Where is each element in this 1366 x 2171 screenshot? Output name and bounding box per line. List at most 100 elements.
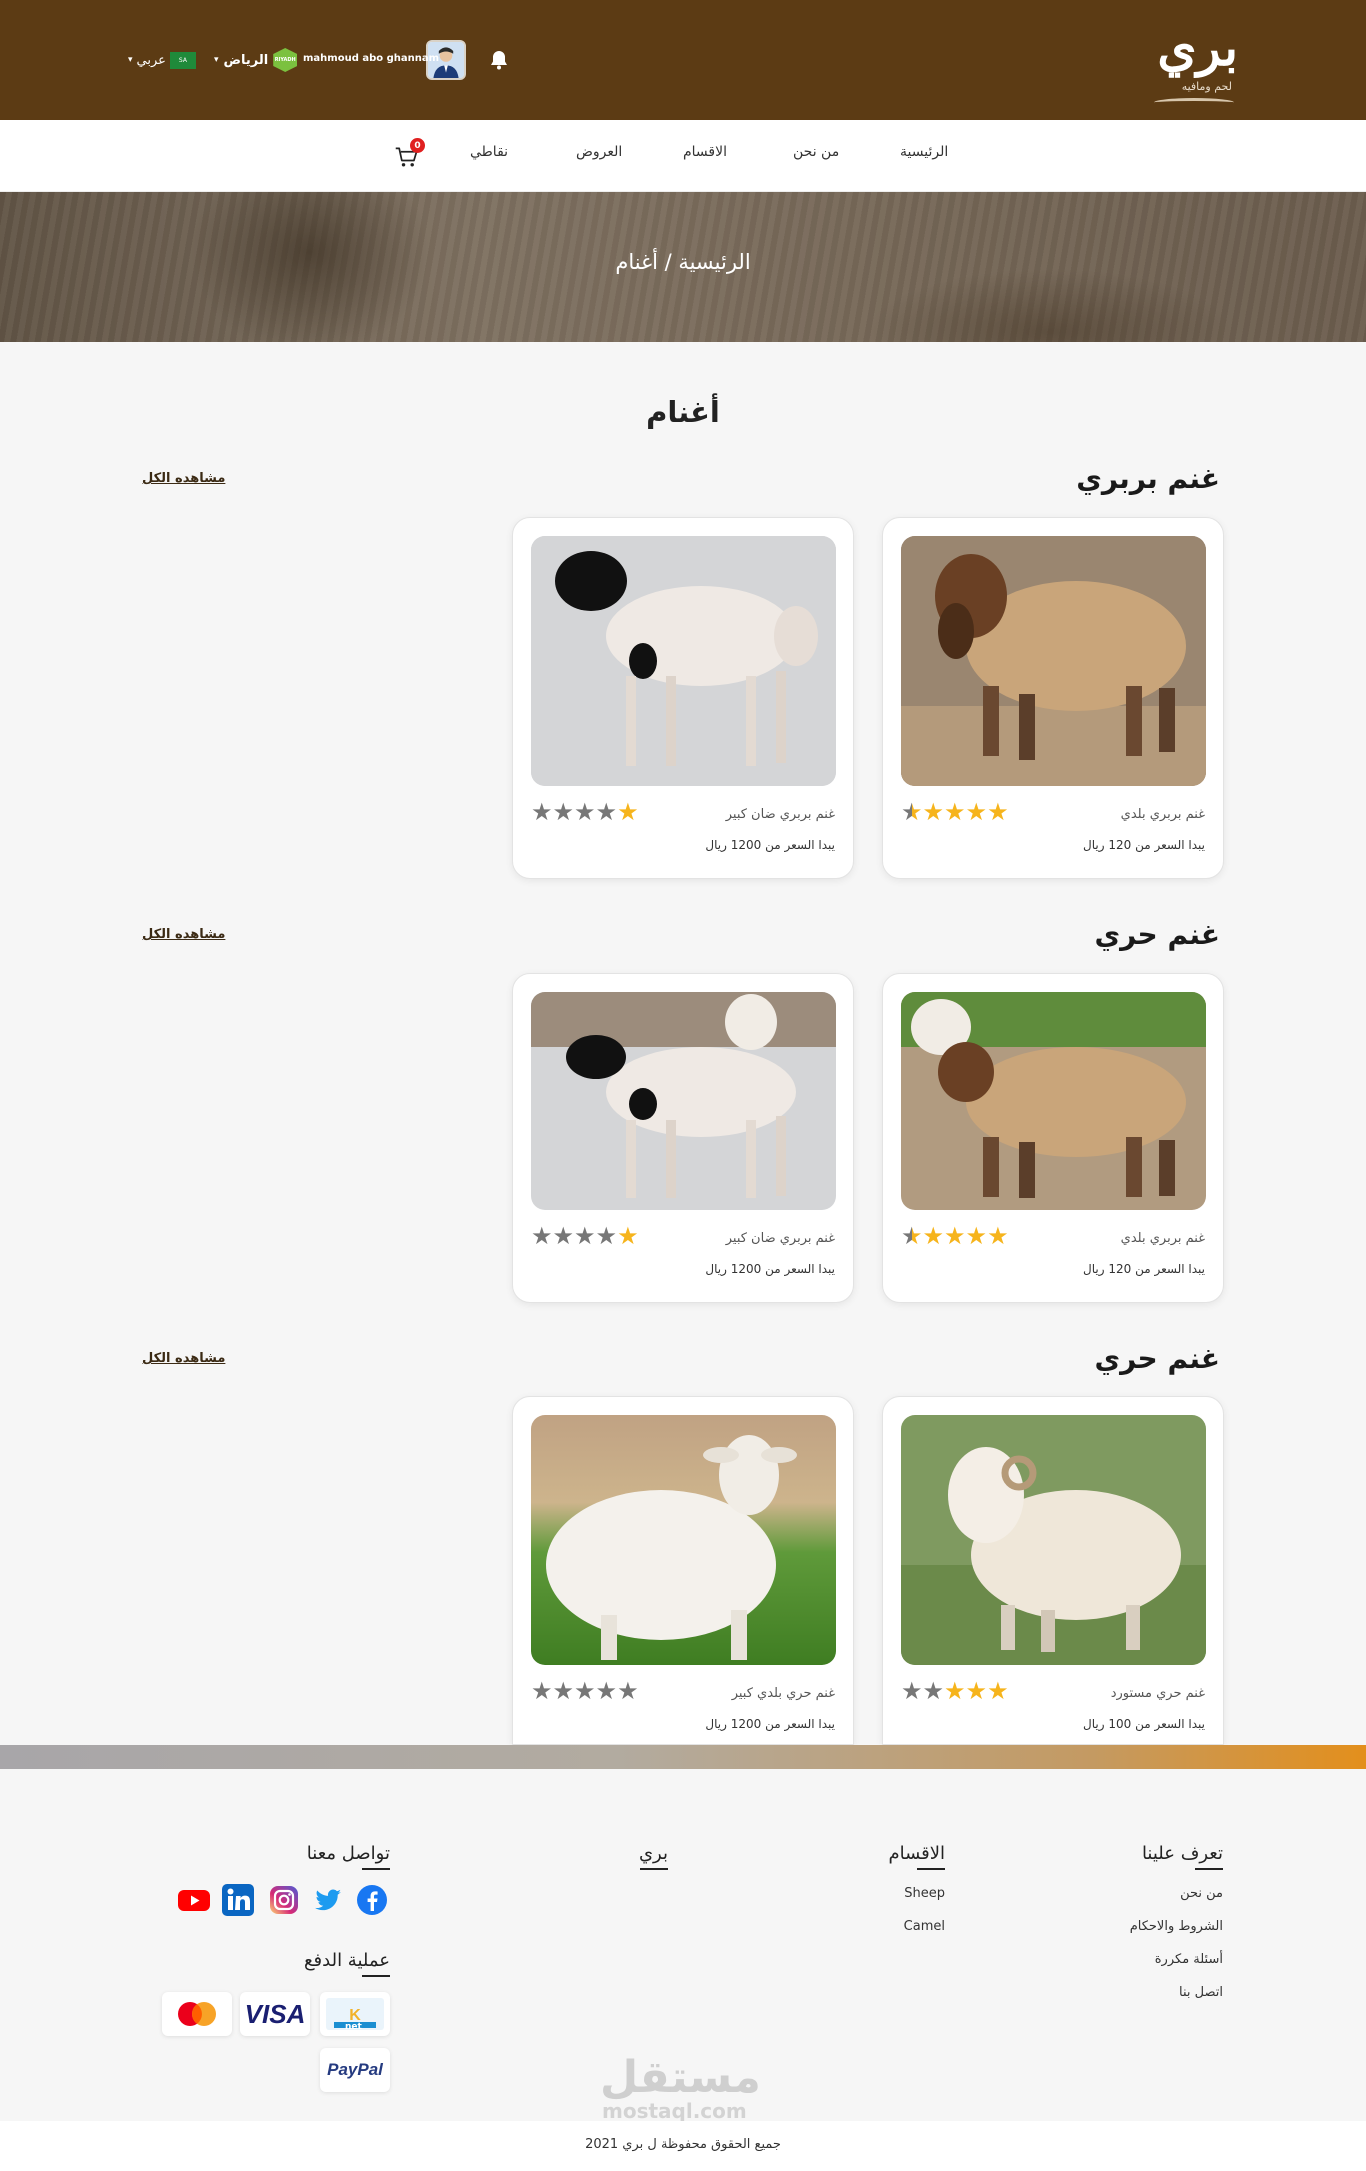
product-card[interactable]: غنم بربري بلدي ★ ★ ★ ★ ★ يبدا السعر من 120 ر… (882, 973, 1224, 1303)
saudi-flag-icon: SA (169, 51, 196, 69)
heading-underline (1195, 1868, 1223, 1870)
star-icon: ★ (574, 798, 596, 826)
star-icon: ★ (552, 1222, 575, 1250)
view-all-link[interactable]: مشاهده الكل (142, 927, 225, 942)
rating-stars: ★ ★ ★ ★ ★ (901, 1679, 1009, 1703)
language-label: عربي (136, 52, 166, 68)
product-price: يبدا السعر من 1200 ريال (705, 838, 835, 852)
username[interactable]: mahmoud abo ghannam (303, 53, 439, 64)
star-icon: ★ (901, 1677, 923, 1705)
product-image (901, 536, 1206, 786)
star-icon: ★ (595, 1222, 618, 1250)
star-icon: ★ (987, 1222, 1009, 1250)
product-card[interactable]: غنم حري مستورد ★ ★ ★ ★ ★ يبدا السعر من 100 ر… (882, 1396, 1224, 1745)
footer-heading-payment: عملية الدفع (304, 1950, 390, 1977)
view-all-link[interactable]: مشاهده الكل (142, 471, 225, 486)
section-title: غنم حري (1094, 1342, 1220, 1375)
product-price: يبدا السعر من 1200 ريال (705, 1262, 835, 1276)
product-name: غنم بربري ضان كبير (725, 1231, 835, 1246)
facebook-icon[interactable] (355, 1883, 389, 1917)
copyright-bar: جميع الحقوق محفوظة ل بري 2021 (0, 2121, 1366, 2171)
section-title: غنم بربري (1076, 462, 1220, 495)
star-icon: ★ (922, 1677, 945, 1705)
site-logo[interactable]: بري لحم ومافيه (1150, 14, 1242, 112)
star-icon: ★ (944, 1677, 966, 1705)
footer-link-camel[interactable]: Camel (904, 1919, 945, 1934)
city-name: الرياض (223, 52, 269, 68)
star-icon: ★ (922, 798, 945, 826)
footer-heading-about-text: تعرف علينا (1141, 1843, 1223, 1864)
product-name: غنم حري مستورد (1110, 1686, 1205, 1701)
notification-bell-icon[interactable] (487, 48, 511, 72)
sheep-image-icon (901, 992, 1206, 1210)
nav-points[interactable]: نقاطي (470, 144, 508, 160)
heading-underline (917, 1868, 945, 1870)
logo-tagline: لحم ومافيه (1181, 80, 1232, 93)
footer-heading-contact-text: تواصل معنا (306, 1843, 390, 1864)
product-card[interactable]: غنم بربري بلدي ★ ★ ★ ★ ★ يبدا السعر من 120 ر… (882, 517, 1224, 879)
rating-stars: ★ ★ ★ ★ ★ (531, 1679, 639, 1703)
nav-categories[interactable]: الاقسام (683, 144, 727, 160)
product-name: غنم بربري ضان كبير (725, 807, 835, 822)
nav-offers[interactable]: العروض (576, 144, 622, 160)
cart-count-badge: 0 (410, 138, 425, 153)
sheep-image-icon (901, 536, 1206, 786)
language-selector[interactable]: ▾ عربي SA (128, 50, 196, 70)
logo-text: بري (1157, 18, 1238, 77)
page-title: أغنام (646, 395, 720, 429)
star-icon: ★ (531, 1677, 553, 1705)
star-icon: ★ (944, 1222, 966, 1250)
footer-heading-categories: الاقسام (888, 1843, 945, 1870)
footer-link-about-us[interactable]: من نحن (1180, 1886, 1223, 1901)
footer-link-terms[interactable]: الشروط والاحكام (1130, 1919, 1223, 1934)
sheep-image-icon (531, 1415, 836, 1665)
sheep-image-icon (531, 992, 836, 1210)
city-selector[interactable]: ▾ الرياض RIYADH (214, 48, 298, 72)
heading-underline (362, 1868, 390, 1870)
star-icon: ★ (617, 798, 639, 826)
instagram-icon[interactable] (267, 1883, 301, 1917)
footer-heading-brand-text: بري (638, 1843, 668, 1864)
product-card[interactable]: غنم بربري ضان كبير ★ ★ ★ ★ ★ يبدا السعر من 1… (512, 973, 854, 1303)
breadcrumb[interactable]: الرئيسية / أغنام (0, 250, 1366, 274)
product-card[interactable]: غنم حري بلدي كبير ★ ★ ★ ★ ★ يبدا السعر من 12… (512, 1396, 854, 1745)
footer-link-faq[interactable]: أسئلة مكررة (1155, 1952, 1223, 1967)
rating-stars: ★ ★ ★ ★ ★ (901, 800, 1009, 824)
heading-underline (362, 1975, 390, 1977)
hero-banner: الرئيسية / أغنام (0, 192, 1366, 342)
product-card[interactable]: غنم بربري ضان كبير ★ ★ ★ ★ ★ يبدا السعر من 1… (512, 517, 854, 879)
product-image (531, 1415, 836, 1665)
copyright-text: جميع الحقوق محفوظة ل بري 2021 (585, 2137, 781, 2152)
star-icon: ★ (901, 1222, 923, 1250)
knet-label: net (345, 2022, 362, 2032)
paypal-label: PayPal (327, 2060, 383, 2079)
top-bar: بري لحم ومافيه mahmoud abo ghannam ▾ الر… (0, 0, 1366, 120)
star-icon: ★ (965, 798, 988, 826)
twitter-icon[interactable] (311, 1883, 345, 1917)
linkedin-icon[interactable] (221, 1883, 255, 1917)
footer-link-sheep[interactable]: Sheep (904, 1886, 945, 1901)
knet-logo-icon: K net (320, 1992, 390, 2036)
cart-button[interactable]: 0 (394, 138, 428, 170)
paypal-logo-icon: PayPal (320, 2048, 390, 2092)
mastercard-logo-icon (162, 1992, 232, 2036)
nav-home[interactable]: الرئيسية (900, 144, 948, 160)
star-icon: ★ (617, 1222, 639, 1250)
view-all-link[interactable]: مشاهده الكل (142, 1351, 225, 1366)
product-price: يبدا السعر من 1200 ريال (705, 1717, 835, 1731)
heading-underline (640, 1868, 668, 1870)
product-price: يبدا السعر من 120 ريال (1083, 1262, 1205, 1276)
watermark-logo: مستقل (600, 2052, 761, 2103)
nav-about[interactable]: من نحن (793, 144, 839, 160)
footer-link-contact[interactable]: اتصل بنا (1179, 1985, 1223, 2000)
star-icon: ★ (922, 1222, 945, 1250)
youtube-icon[interactable] (177, 1883, 211, 1917)
footer-heading-about: تعرف علينا (1141, 1843, 1223, 1870)
rating-stars: ★ ★ ★ ★ ★ (531, 800, 639, 824)
star-icon: ★ (965, 1222, 988, 1250)
star-icon: ★ (944, 798, 966, 826)
watermark-url: mostaql.com (602, 2099, 747, 2123)
product-image (531, 536, 836, 786)
footer-accent-band (0, 1745, 1366, 1769)
product-image (901, 1415, 1206, 1665)
